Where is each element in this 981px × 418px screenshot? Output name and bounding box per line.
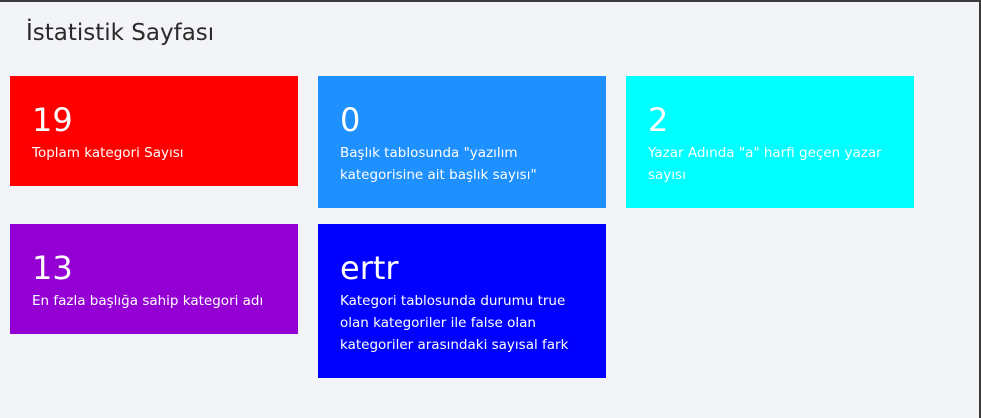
stat-label: Başlık tablosunda "yazılım kategorisine … bbox=[340, 145, 537, 183]
stat-value: 19 bbox=[32, 101, 73, 139]
stat-value: 13 bbox=[32, 249, 73, 287]
stat-label: Toplam kategori Sayısı bbox=[32, 145, 184, 161]
stat-card-top-category: 13 En fazla başlığa sahip kategori adı bbox=[10, 224, 298, 334]
stat-value: 2 bbox=[648, 101, 669, 139]
stat-label: Kategori tablosunda durumu true olan kat… bbox=[340, 293, 569, 353]
stat-label: En fazla başlığa sahip kategori adı bbox=[32, 293, 264, 309]
page-title: İstatistik Sayfası bbox=[26, 20, 215, 46]
stat-card-authors-with-a: 2 Yazar Adında "a" harfi geçen yazar say… bbox=[626, 76, 914, 208]
stat-label: Yazar Adında "a" harfi geçen yazar sayıs… bbox=[648, 145, 882, 183]
stat-card-software-titles: 0 Başlık tablosunda "yazılım kategorisin… bbox=[318, 76, 606, 208]
stat-card-status-difference: ertr Kategori tablosunda durumu true ola… bbox=[318, 224, 606, 378]
stat-value: 0 bbox=[340, 101, 361, 139]
stat-card-total-categories: 19 Toplam kategori Sayısı bbox=[10, 76, 298, 186]
stat-value: ertr bbox=[340, 249, 399, 287]
